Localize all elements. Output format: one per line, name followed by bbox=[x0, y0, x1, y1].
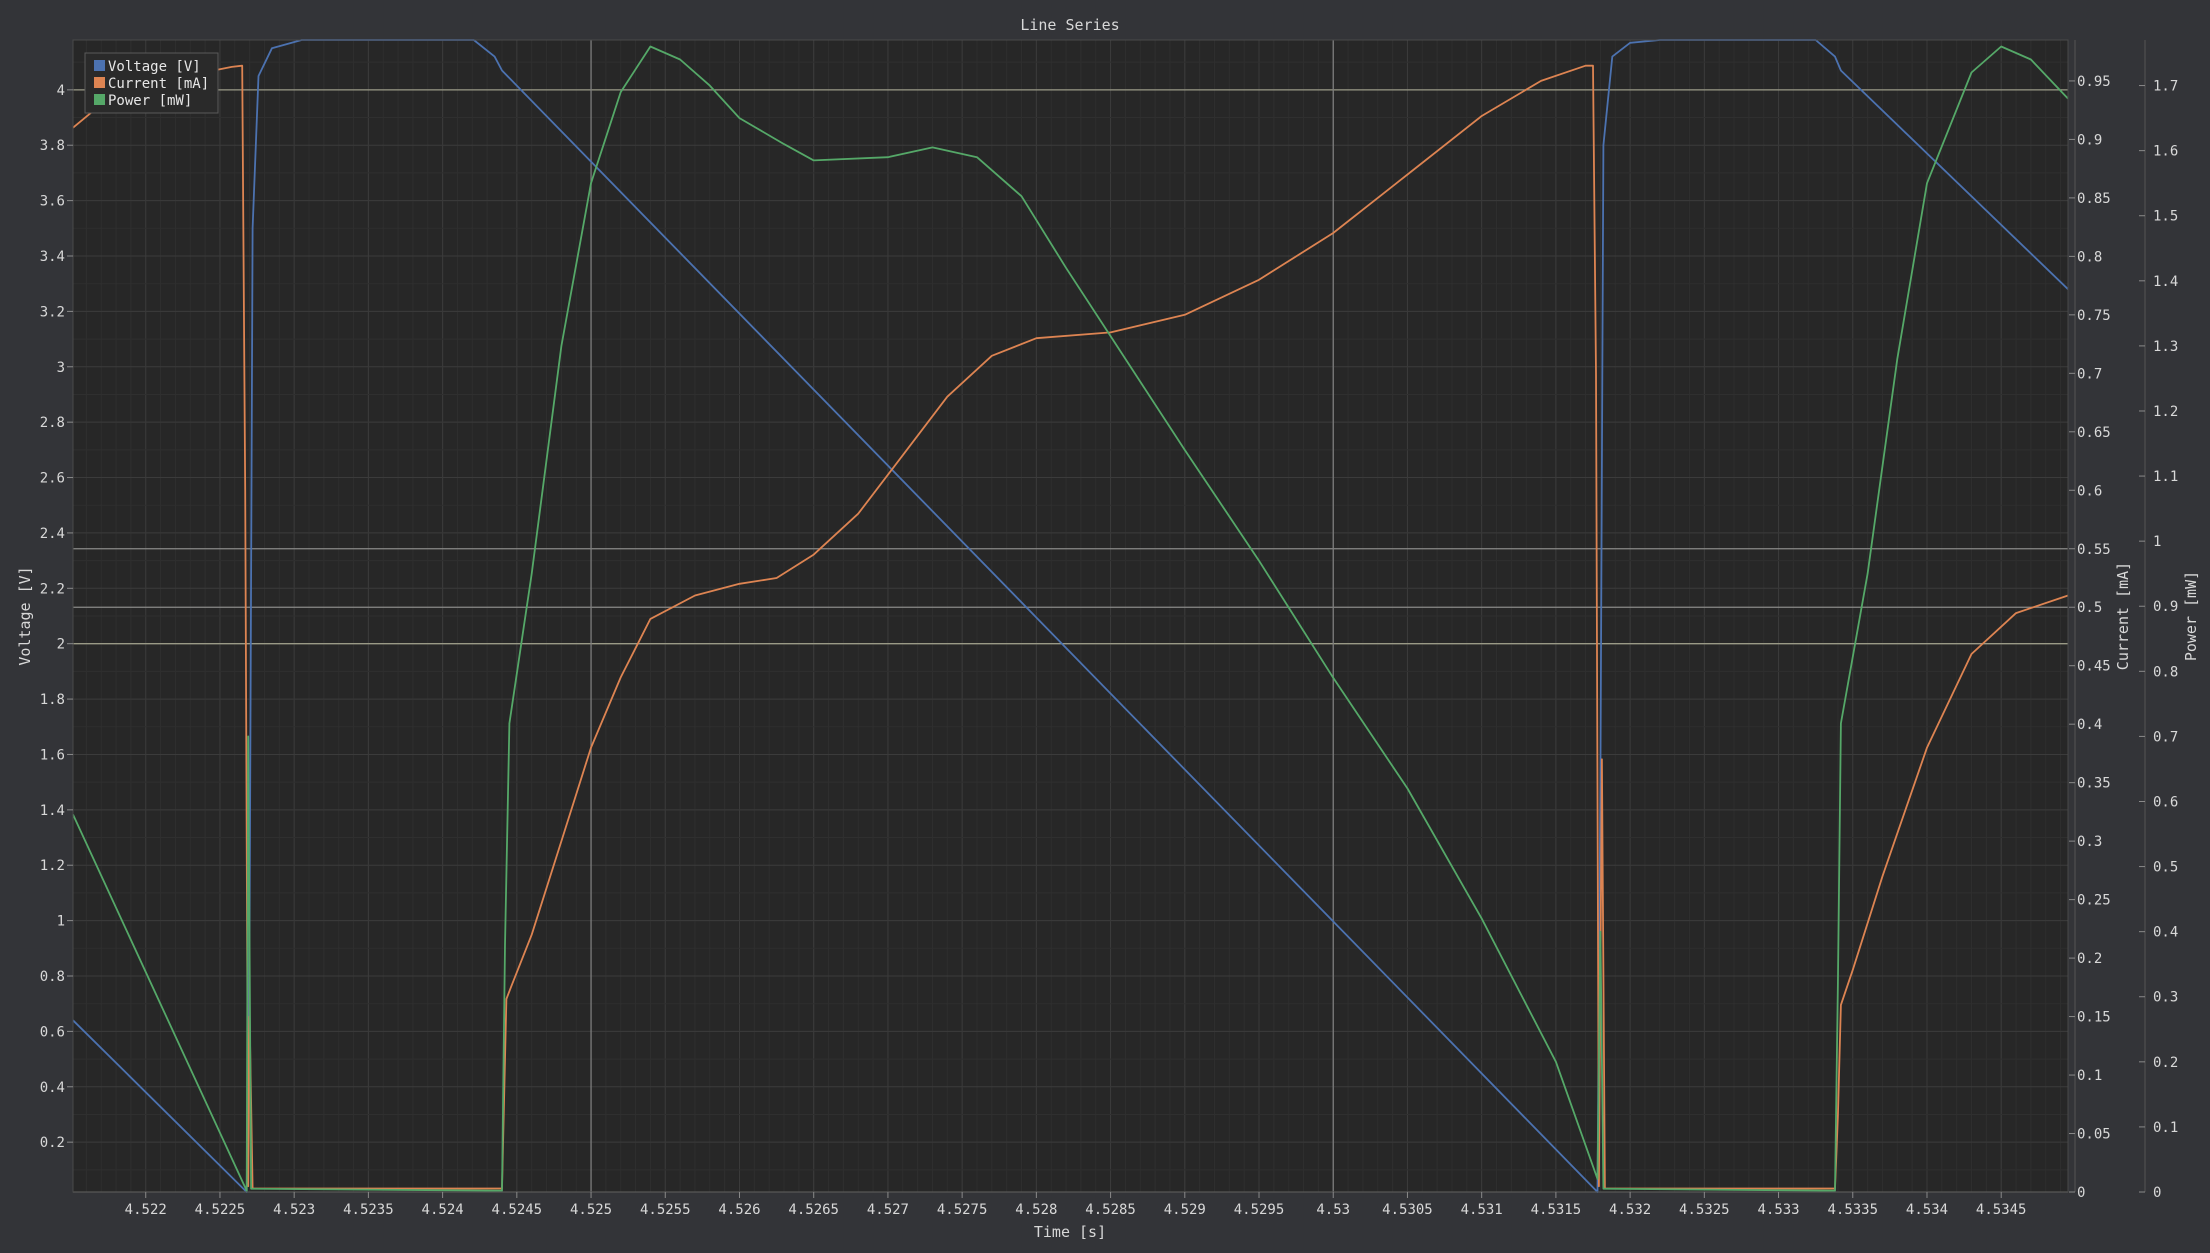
current-tick-label: 0.05 bbox=[2077, 1127, 2111, 1143]
x-tick-label: 4.53 bbox=[1316, 1202, 1350, 1218]
power-tick-label: 0.1 bbox=[2153, 1120, 2178, 1136]
x-tick-label: 4.5285 bbox=[1085, 1202, 1136, 1218]
power-tick-label: 0.3 bbox=[2153, 990, 2178, 1006]
legend-label-current: Current [mA] bbox=[108, 76, 209, 92]
chart-title: Line Series bbox=[1020, 16, 1119, 34]
current-tick-label: 0.65 bbox=[2077, 425, 2111, 441]
voltage-tick-label: 1.4 bbox=[40, 803, 65, 819]
power-tick-label: 0.8 bbox=[2153, 664, 2178, 680]
voltage-tick-label: 3.8 bbox=[40, 138, 65, 154]
power-tick-label: 1.5 bbox=[2153, 209, 2178, 225]
voltage-tick-label: 1.2 bbox=[40, 858, 65, 874]
voltage-tick-label: 0.4 bbox=[40, 1080, 65, 1096]
power-tick-label: 1.3 bbox=[2153, 339, 2178, 355]
x-tick-label: 4.524 bbox=[422, 1202, 464, 1218]
current-tick-label: 0.55 bbox=[2077, 542, 2111, 558]
x-tick-label: 4.5295 bbox=[1234, 1202, 1285, 1218]
power-tick-label: 1.2 bbox=[2153, 404, 2178, 420]
voltage-tick-label: 1.6 bbox=[40, 747, 65, 763]
voltage-tick-label: 4 bbox=[57, 83, 65, 99]
x-axis-title: Time [s] bbox=[1034, 1223, 1106, 1241]
power-tick-label: 0.2 bbox=[2153, 1055, 2178, 1071]
x-tick-label: 4.5305 bbox=[1382, 1202, 1433, 1218]
x-tick-label: 4.534 bbox=[1906, 1202, 1948, 1218]
power-tick-label: 1 bbox=[2153, 534, 2161, 550]
line-series-chart: 4.522 4.5225 4.523 4.5235 4.524 4.5245 4.525 4.… bbox=[0, 0, 2210, 1253]
x-tick-label: 4.5345 bbox=[1976, 1202, 2027, 1218]
current-tick-label: 0.8 bbox=[2077, 249, 2102, 265]
current-tick-label: 0.35 bbox=[2077, 776, 2111, 792]
x-tick-label: 4.531 bbox=[1461, 1202, 1503, 1218]
x-tick-label: 4.5315 bbox=[1531, 1202, 1582, 1218]
x-tick-label: 4.5255 bbox=[640, 1202, 691, 1218]
x-tick-label: 4.5235 bbox=[343, 1202, 394, 1218]
voltage-tick-label: 3.6 bbox=[40, 194, 65, 210]
x-tick-label: 4.5225 bbox=[195, 1202, 246, 1218]
voltage-tick-label: 2.6 bbox=[40, 471, 65, 487]
x-tick-label: 4.522 bbox=[125, 1202, 167, 1218]
voltage-tick-label: 2.4 bbox=[40, 526, 65, 542]
current-tick-label: 0.7 bbox=[2077, 366, 2102, 382]
legend-swatch-voltage bbox=[94, 60, 105, 71]
power-tick-label: 0.9 bbox=[2153, 599, 2178, 615]
voltage-axis-title: Voltage [V] bbox=[16, 566, 34, 665]
power-tick-label: 1.7 bbox=[2153, 79, 2178, 95]
power-tick-label: 0 bbox=[2153, 1185, 2161, 1201]
current-axis-title: Current [mA] bbox=[2114, 562, 2132, 670]
current-tick-label: 0.4 bbox=[2077, 717, 2102, 733]
x-tick-label: 4.529 bbox=[1164, 1202, 1206, 1218]
current-tick-label: 0.15 bbox=[2077, 1010, 2111, 1026]
current-tick-label: 0.6 bbox=[2077, 483, 2102, 499]
current-tick-label: 0.85 bbox=[2077, 191, 2111, 207]
current-tick-label: 0.1 bbox=[2077, 1068, 2102, 1084]
voltage-tick-label: 0.6 bbox=[40, 1024, 65, 1040]
x-tick-label: 4.5335 bbox=[1827, 1202, 1878, 1218]
power-tick-label: 1.1 bbox=[2153, 469, 2178, 485]
voltage-tick-label: 0.8 bbox=[40, 969, 65, 985]
current-tick-label: 0.25 bbox=[2077, 893, 2111, 909]
power-tick-label: 0.4 bbox=[2153, 925, 2178, 941]
x-tick-label: 4.533 bbox=[1757, 1202, 1799, 1218]
x-tick-label: 4.525 bbox=[570, 1202, 612, 1218]
x-tick-label: 4.5245 bbox=[492, 1202, 543, 1218]
power-tick-label: 0.6 bbox=[2153, 794, 2178, 810]
voltage-tick-label: 3.2 bbox=[40, 304, 65, 320]
x-tick-label: 4.527 bbox=[867, 1202, 909, 1218]
power-axis-title: Power [mW] bbox=[2182, 571, 2200, 661]
legend-swatch-power bbox=[94, 94, 105, 105]
power-tick-label: 0.7 bbox=[2153, 729, 2178, 745]
x-tick-label: 4.523 bbox=[273, 1202, 315, 1218]
voltage-tick-label: 3 bbox=[57, 360, 65, 376]
current-tick-label: 0 bbox=[2077, 1185, 2085, 1201]
x-tick-label: 4.5325 bbox=[1679, 1202, 1730, 1218]
voltage-tick-label: 3.4 bbox=[40, 249, 65, 265]
x-tick-label: 4.532 bbox=[1609, 1202, 1651, 1218]
voltage-tick-label: 2.2 bbox=[40, 581, 65, 597]
x-tick-label: 4.5275 bbox=[937, 1202, 988, 1218]
power-tick-label: 1.6 bbox=[2153, 144, 2178, 160]
power-tick-label: 0.5 bbox=[2153, 860, 2178, 876]
voltage-tick-label: 2 bbox=[57, 637, 65, 653]
current-tick-label: 0.5 bbox=[2077, 600, 2102, 616]
current-tick-label: 0.3 bbox=[2077, 834, 2102, 850]
legend[interactable]: Voltage [V] Current [mA] Power [mW] bbox=[84, 52, 219, 114]
x-tick-label: 4.528 bbox=[1015, 1202, 1057, 1218]
x-tick-label: 4.526 bbox=[718, 1202, 760, 1218]
voltage-tick-label: 1.8 bbox=[40, 692, 65, 708]
current-tick-label: 0.45 bbox=[2077, 659, 2111, 675]
power-tick-label: 1.4 bbox=[2153, 274, 2178, 290]
voltage-tick-label: 1 bbox=[57, 914, 65, 930]
legend-swatch-current bbox=[94, 77, 105, 88]
voltage-tick-label: 0.2 bbox=[40, 1135, 65, 1151]
legend-label-power: Power [mW] bbox=[108, 93, 192, 109]
legend-label-voltage: Voltage [V] bbox=[108, 59, 201, 75]
voltage-tick-label: 2.8 bbox=[40, 415, 65, 431]
current-tick-label: 0.75 bbox=[2077, 308, 2111, 324]
current-tick-label: 0.9 bbox=[2077, 132, 2102, 148]
current-tick-label: 0.95 bbox=[2077, 74, 2111, 90]
x-tick-label: 4.5265 bbox=[788, 1202, 839, 1218]
current-tick-label: 0.2 bbox=[2077, 951, 2102, 967]
